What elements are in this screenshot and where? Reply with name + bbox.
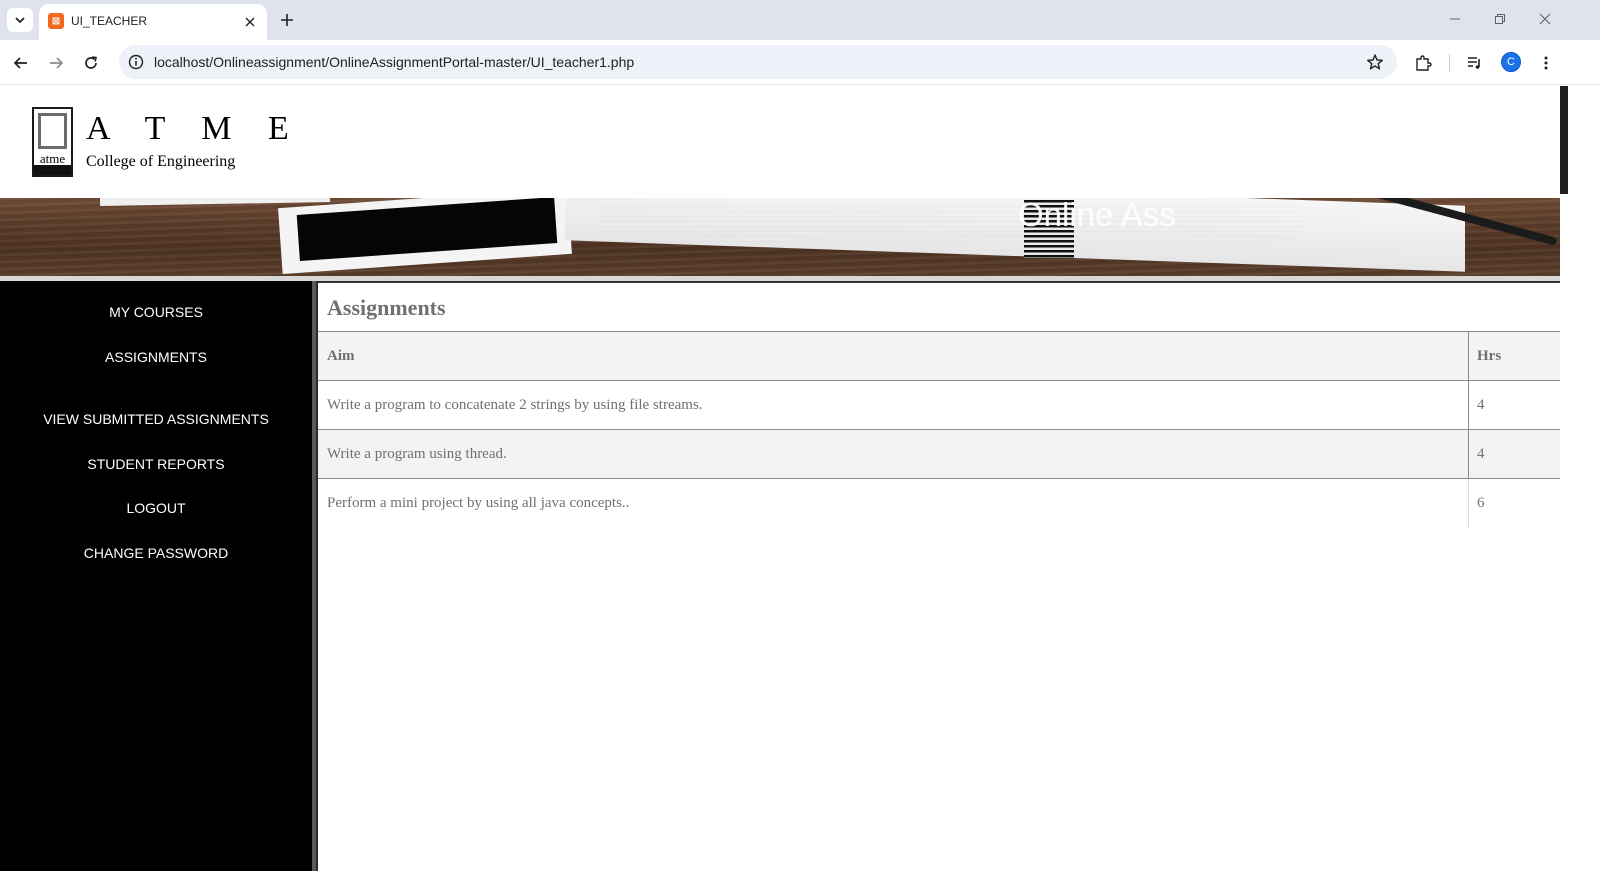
address-bar[interactable]: localhost/Onlineassignment/OnlineAssignm… <box>119 45 1397 79</box>
toolbar-separator <box>1449 54 1450 72</box>
table-row: Perform a mini project by using all java… <box>318 479 1560 528</box>
chevron-down-icon <box>15 17 25 24</box>
window-close-button[interactable] <box>1533 8 1557 30</box>
info-icon <box>128 54 144 70</box>
xampp-favicon-icon: ⊠ <box>48 13 64 29</box>
restore-icon <box>1495 14 1505 24</box>
window-gutter <box>1568 86 1600 871</box>
main-content: Assignments Aim Hrs Write a program to c… <box>318 281 1560 871</box>
college-logo-mark: atme <box>32 107 73 177</box>
more-vertical-icon <box>1544 56 1548 70</box>
playlist-icon <box>1468 57 1480 69</box>
college-subtitle: College of Engineering <box>86 153 236 170</box>
tab-title: UI_TEACHER <box>71 14 148 28</box>
logo-frame-shape <box>38 113 67 149</box>
close-icon <box>245 17 255 27</box>
page-scrollbar[interactable] <box>1560 86 1568 871</box>
profile-avatar[interactable]: C <box>1501 52 1521 72</box>
sidebar-item-change-password[interactable]: CHANGE PASSWORD <box>0 545 312 561</box>
banner-title: Online Ass <box>1018 198 1176 233</box>
puzzle-icon <box>1416 55 1432 71</box>
banner-notebook-lines <box>600 202 1300 242</box>
sidebar-item-view-submitted-assignments[interactable]: VIEW SUBMITTED ASSIGNMENTS <box>0 411 312 427</box>
assignment-hrs: 4 <box>1477 446 1485 462</box>
hero-banner: Online Ass <box>0 198 1560 276</box>
bookmark-button[interactable] <box>1365 52 1385 72</box>
table-header-row: Aim Hrs <box>318 332 1560 381</box>
page-title: Assignments <box>327 295 446 320</box>
plus-icon <box>281 14 293 26</box>
minimize-icon <box>1450 18 1460 20</box>
tab-close-button[interactable] <box>240 12 260 32</box>
star-icon <box>1367 54 1383 70</box>
sidebar-item-my-courses[interactable]: MY COURSES <box>0 304 312 320</box>
sidebar-nav: MY COURSES ASSIGNMENTS VIEW SUBMITTED AS… <box>0 281 312 871</box>
extensions-button[interactable] <box>1411 51 1435 75</box>
site-header: atme A T M E College of Engineering <box>0 86 1560 198</box>
sidebar-item-student-reports[interactable]: STUDENT REPORTS <box>0 456 312 472</box>
assignment-aim: Write a program to concatenate 2 strings… <box>327 397 703 413</box>
forward-button[interactable] <box>44 51 68 75</box>
url-text[interactable]: localhost/Onlineassignment/OnlineAssignm… <box>154 54 634 70</box>
tab-search-button[interactable] <box>7 8 33 32</box>
column-separator <box>1468 332 1469 381</box>
web-page: atme A T M E College of Engineering Onli… <box>0 86 1560 871</box>
arrow-left-icon <box>13 57 27 69</box>
column-header-hrs: Hrs <box>1477 348 1502 364</box>
reload-button[interactable] <box>79 51 103 75</box>
assignment-aim: Perform a mini project by using all java… <box>327 495 630 511</box>
assignment-hrs: 6 <box>1477 495 1485 511</box>
browser-tab[interactable]: ⊠ UI_TEACHER <box>39 4 267 40</box>
column-header-aim: Aim <box>327 348 355 364</box>
scrollbar-thumb[interactable] <box>1560 86 1568 194</box>
sidebar-item-logout[interactable]: LOGOUT <box>0 500 312 516</box>
restore-button[interactable] <box>1488 8 1512 30</box>
minimize-button[interactable] <box>1443 8 1467 30</box>
college-name: A T M E <box>86 110 303 147</box>
column-separator <box>1468 430 1469 479</box>
assignments-table: Aim Hrs Write a program to concatenate 2… <box>318 331 1560 528</box>
back-button[interactable] <box>9 51 33 75</box>
assignment-hrs: 4 <box>1477 397 1485 413</box>
assignment-aim: Write a program using thread. <box>327 446 507 462</box>
browser-menu-button[interactable] <box>1534 51 1558 75</box>
media-controls-button[interactable] <box>1463 51 1487 75</box>
logo-base-shape <box>34 165 71 175</box>
new-tab-button[interactable] <box>276 9 298 31</box>
browser-toolbar: localhost/Onlineassignment/OnlineAssignm… <box>0 40 1600 85</box>
sidebar-item-assignments[interactable]: ASSIGNMENTS <box>0 349 312 365</box>
reload-icon <box>85 56 97 69</box>
arrow-right-icon <box>50 57 64 69</box>
close-icon <box>1539 13 1551 25</box>
column-separator <box>1468 381 1469 430</box>
site-info-button[interactable] <box>126 52 146 72</box>
column-separator <box>1468 479 1469 528</box>
table-row: Write a program using thread. 4 <box>318 430 1560 479</box>
table-row: Write a program to concatenate 2 strings… <box>318 381 1560 430</box>
browser-tabstrip: ⊠ UI_TEACHER <box>0 0 1600 40</box>
